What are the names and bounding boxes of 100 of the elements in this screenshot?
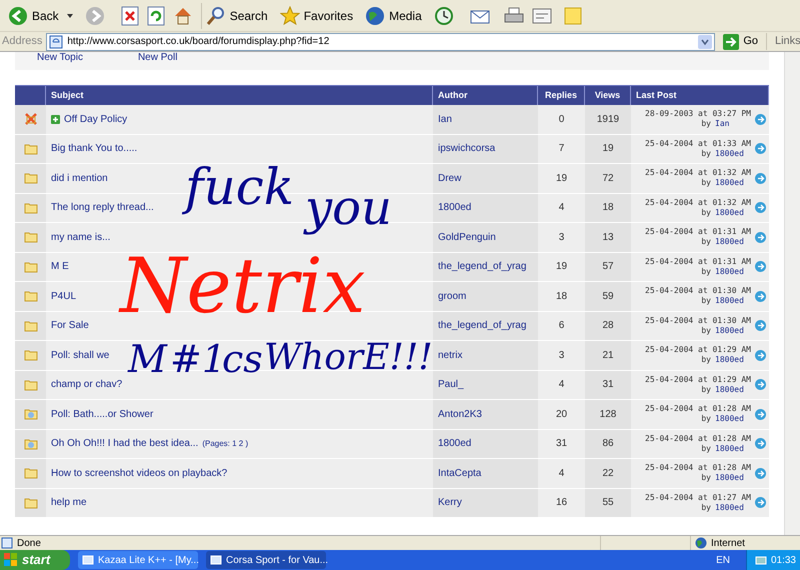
go-to-post-icon[interactable] <box>755 261 766 272</box>
user-link[interactable]: 1800ed <box>715 473 751 484</box>
author-link[interactable]: the_legend_of_yrag <box>433 312 538 340</box>
user-link[interactable]: 1800ed <box>715 414 751 424</box>
author-link[interactable]: Paul_ <box>433 370 538 399</box>
links-label[interactable]: Links <box>766 33 800 50</box>
go-to-post-icon[interactable] <box>755 320 766 332</box>
thread-title-link[interactable]: my name is... <box>51 230 110 245</box>
last-post-date: 25-04-2004 at 01:28 AM <box>645 434 751 444</box>
table-cell: 18 <box>585 194 631 222</box>
go-button[interactable]: Go <box>719 33 762 50</box>
last-post-date: 25-04-2004 at 01:28 AM <box>645 404 751 414</box>
go-to-post-icon[interactable] <box>755 172 766 184</box>
author-link[interactable]: ipswichcorsa <box>433 134 538 163</box>
user-link[interactable]: 1800ed <box>715 296 751 306</box>
folder-icon <box>24 496 38 510</box>
thread-title-link[interactable]: Off Day Policy <box>64 112 128 127</box>
thread-title-link[interactable]: P4UL <box>51 288 76 304</box>
go-to-post-icon[interactable] <box>755 143 766 154</box>
thread-title-link[interactable]: did i mention <box>51 170 108 186</box>
dropdown-caret-icon[interactable] <box>66 14 73 18</box>
thread-title-link[interactable]: M E <box>51 259 69 274</box>
author-link[interactable]: 1800ed <box>433 430 538 458</box>
user-link[interactable]: 1800ed <box>715 178 751 188</box>
user-link[interactable]: 1800ed <box>715 502 751 513</box>
page-links[interactable]: (Pages: 1 2 ) <box>202 438 248 450</box>
search-button[interactable]: Search <box>200 2 272 28</box>
table-cell: 6 <box>538 312 585 340</box>
go-to-post-icon[interactable] <box>755 290 766 302</box>
start-button[interactable]: start <box>0 550 70 570</box>
user-link[interactable]: 1800ed <box>715 237 751 248</box>
user-link[interactable]: 1800ed <box>715 208 751 218</box>
thread-title-link[interactable]: Poll: shall we <box>51 348 110 363</box>
thread-title-link[interactable]: Big thank You to..... <box>51 141 138 156</box>
go-to-post-icon[interactable] <box>755 202 766 214</box>
go-to-post-icon[interactable] <box>755 468 766 479</box>
edit-icon[interactable] <box>532 6 552 24</box>
last-post-date: 25-04-2004 at 01:31 AM <box>645 227 751 238</box>
forum-link[interactable]: New Poll <box>138 52 178 64</box>
by-label: by <box>701 119 711 130</box>
user-link[interactable]: 1800ed <box>715 326 751 336</box>
user-link[interactable]: 1800ed <box>715 384 751 395</box>
author-link[interactable]: Ian <box>433 105 538 134</box>
media-button[interactable]: Media <box>361 2 426 28</box>
go-to-post-icon[interactable] <box>755 438 766 450</box>
go-to-post-icon[interactable] <box>755 350 766 361</box>
handwritten-scrawl: M <box>128 340 167 378</box>
table-cell: 21 <box>585 341 631 370</box>
stop-icon[interactable] <box>120 6 139 26</box>
author-link[interactable]: Kerry <box>433 488 538 517</box>
author-link[interactable]: IntaCepta <box>433 459 538 488</box>
home-icon[interactable] <box>172 6 193 26</box>
taskbar-button[interactable]: Kazaa Lite K++ - [My... <box>78 551 198 569</box>
language-indicator[interactable]: EN <box>716 552 746 568</box>
by-label: by <box>701 266 711 277</box>
last-post-date: 25-04-2004 at 01:30 AM <box>645 316 751 326</box>
printer-icon[interactable] <box>504 6 524 26</box>
author-link[interactable]: the_legend_of_yrag <box>433 252 538 281</box>
user-link[interactable]: 1800ed <box>715 266 751 277</box>
address-field[interactable]: http://www.corsasport.co.uk/board/forumdisplay.php?fid=12 <box>46 32 716 50</box>
network-icon[interactable] <box>754 554 767 566</box>
thread-title-link[interactable]: Oh Oh Oh!!! I had the best idea... <box>51 436 198 452</box>
refresh-icon[interactable] <box>146 6 165 26</box>
forum-link[interactable]: New Topic <box>37 52 83 64</box>
user-link[interactable]: 1800ed <box>715 444 751 454</box>
go-to-post-icon[interactable] <box>755 408 766 420</box>
table-cell: 86 <box>585 430 631 458</box>
author-link[interactable]: 1800ed <box>433 194 538 222</box>
thread-title-link[interactable]: help me <box>51 495 87 510</box>
user-link[interactable]: Ian <box>715 119 751 130</box>
go-to-post-icon[interactable] <box>755 497 766 508</box>
author-link[interactable]: Anton2K3 <box>433 400 538 428</box>
by-label: by <box>701 326 711 336</box>
table-cell: 28 <box>585 312 631 340</box>
thread-title-link[interactable]: champ or chav? <box>51 377 122 392</box>
plus-icon <box>51 114 60 124</box>
table-cell: 22 <box>585 459 631 488</box>
last-post-date: 25-04-2004 at 01:32 AM <box>645 198 751 208</box>
go-to-post-icon[interactable] <box>755 379 766 390</box>
note-icon[interactable] <box>564 6 582 24</box>
page-done-icon <box>1 537 13 549</box>
table-cell: 20 <box>538 400 585 428</box>
author-link[interactable]: GoldPenguin <box>433 223 538 252</box>
thread-title-link[interactable]: For Sale <box>51 318 89 334</box>
go-to-post-icon[interactable] <box>755 232 766 243</box>
author-link[interactable]: netrix <box>433 341 538 370</box>
author-link[interactable]: groom <box>433 282 538 310</box>
scrollbar[interactable] <box>784 52 800 535</box>
thread-title-link[interactable]: The long reply thread... <box>51 200 154 216</box>
thread-title-link[interactable]: Poll: Bath.....or Shower <box>51 406 154 422</box>
back-button[interactable]: Back <box>4 2 63 28</box>
taskbar-button[interactable]: Corsa Sport - for Vau... <box>206 551 326 569</box>
last-post-date: 28-09-2003 at 03:27 PM <box>645 109 751 120</box>
history-icon[interactable] <box>434 6 454 26</box>
favorites-button[interactable]: Favorites <box>276 2 358 28</box>
user-link[interactable]: 1800ed <box>715 148 751 159</box>
user-link[interactable]: 1800ed <box>715 355 751 366</box>
go-to-post-icon[interactable] <box>755 114 766 125</box>
handwritten-scrawl: Netrix <box>120 248 366 324</box>
author-link[interactable]: Drew <box>433 164 538 192</box>
